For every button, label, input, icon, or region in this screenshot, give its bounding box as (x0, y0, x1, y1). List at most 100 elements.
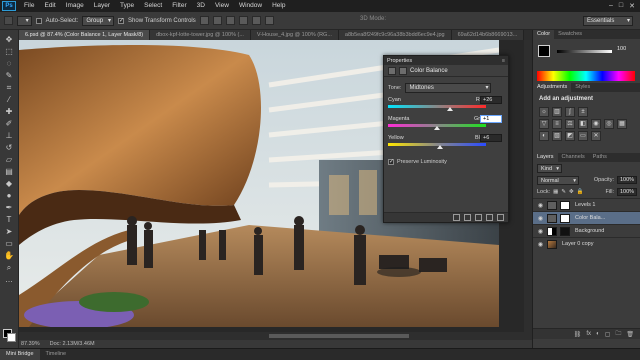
align-bottom-icon[interactable] (225, 16, 235, 25)
properties-tab[interactable]: Properties (387, 58, 412, 64)
layer-row[interactable]: ◉ Levels 1 (533, 198, 640, 211)
yellow-blue-thumb[interactable] (436, 145, 443, 149)
zoom-level[interactable]: 87.39% (21, 341, 40, 347)
lock-all-icon[interactable]: 🔒 (577, 189, 584, 195)
lock-pixels-icon[interactable]: ✎ (561, 189, 566, 195)
yellow-blue-value[interactable]: +6 (480, 134, 502, 142)
menu-file[interactable]: File (19, 0, 39, 12)
preserve-luminosity-checkbox[interactable] (388, 159, 394, 165)
delete-adjustment-icon[interactable] (497, 214, 504, 221)
layer-row[interactable]: ◉ Layer 0 copy (533, 237, 640, 250)
marquee-icon[interactable]: ⬚ (3, 46, 16, 57)
tab-lotte-tower[interactable]: dbox-kpf-lotte-tower.jpg @ 100% (... (150, 30, 251, 40)
menu-select[interactable]: Select (139, 0, 167, 12)
channel-mixer-icon[interactable]: ◎ (604, 119, 614, 129)
close-button[interactable]: ✕ (629, 2, 635, 10)
tab-mini-bridge[interactable]: Mini Bridge (0, 349, 40, 360)
add-mask-icon[interactable]: ▢ (605, 331, 611, 338)
shape-icon[interactable]: ▭ (3, 238, 16, 249)
horizontal-scroll-thumb[interactable] (269, 334, 409, 338)
vibrance-icon[interactable]: ▽ (539, 119, 549, 129)
black-white-icon[interactable]: ◧ (578, 119, 588, 129)
layer-name[interactable]: Levels 1 (575, 202, 596, 208)
tab-paths[interactable]: Paths (589, 153, 611, 162)
selective-color-icon[interactable]: ✕ (591, 131, 601, 141)
show-transform-checkbox[interactable] (118, 17, 125, 24)
view-previous-icon[interactable] (464, 214, 471, 221)
lasso-icon[interactable]: ◌ (3, 58, 16, 69)
mask-thumbnail[interactable] (560, 200, 570, 210)
menu-help[interactable]: Help (267, 0, 290, 12)
move-icon[interactable]: ✥ (3, 34, 16, 45)
eyedropper-icon[interactable]: ⁄ (3, 94, 16, 105)
layer-style-icon[interactable]: fx (586, 331, 591, 337)
photo-filter-icon[interactable]: ◉ (591, 119, 601, 129)
hue-saturation-icon[interactable]: ≡ (552, 119, 562, 129)
extra-tools-icon[interactable]: … (3, 274, 16, 285)
brush-icon[interactable]: ✐ (3, 118, 16, 129)
panel-menu-icon[interactable]: ≡ (502, 58, 508, 64)
mask-thumbnail[interactable] (560, 226, 570, 236)
pen-icon[interactable]: ✒ (3, 202, 16, 213)
align-right-icon[interactable] (264, 16, 274, 25)
layer-name[interactable]: Color Bala... (575, 215, 605, 221)
cyan-red-track[interactable] (388, 105, 486, 108)
workspace-dropdown[interactable]: Essentials (583, 16, 633, 26)
zoom-icon[interactable]: ⌕ (3, 262, 16, 273)
tab-channels[interactable]: Channels (558, 153, 589, 162)
visibility-icon[interactable] (486, 214, 493, 221)
tab-adjustments[interactable]: Adjustments (533, 83, 572, 92)
layer-name[interactable]: Layer 0 copy (562, 241, 594, 247)
healing-brush-icon[interactable]: ✚ (3, 106, 16, 117)
auto-select-dropdown[interactable]: Group (82, 15, 115, 26)
tab-color[interactable]: Color (533, 30, 555, 39)
vertical-scrollbar[interactable] (524, 40, 532, 340)
minimize-button[interactable]: – (609, 2, 613, 10)
properties-header[interactable]: Properties ≡ (384, 56, 508, 65)
color-lookup-icon[interactable]: ▦ (617, 119, 627, 129)
magenta-green-value[interactable]: +1 (480, 115, 502, 123)
color-value[interactable]: 100 (617, 46, 626, 52)
align-left-icon[interactable] (238, 16, 248, 25)
opacity-field[interactable]: 100% (617, 176, 637, 184)
tab-swatches[interactable]: Swatches (554, 30, 586, 39)
tab-timeline[interactable]: Timeline (40, 349, 73, 360)
maximize-button[interactable]: □ (619, 2, 623, 10)
menu-3d[interactable]: 3D (192, 0, 210, 12)
type-icon[interactable]: T (3, 214, 16, 225)
gradient-icon[interactable]: ▤ (3, 166, 16, 177)
menu-window[interactable]: Window (234, 0, 267, 12)
cyan-red-value[interactable]: +26 (480, 96, 502, 104)
eye-icon[interactable]: ◉ (537, 215, 544, 222)
menu-edit[interactable]: Edit (39, 0, 60, 12)
menu-image[interactable]: Image (61, 0, 89, 12)
history-brush-icon[interactable]: ↺ (3, 142, 16, 153)
fill-field[interactable]: 100% (617, 188, 637, 196)
tab-a8b5[interactable]: a8b5ea8f249fc9c96a38b3bdd6ec9e4.jpg (338, 30, 452, 40)
tool-preset-picker[interactable] (17, 15, 32, 26)
auto-select-checkbox[interactable] (35, 17, 42, 24)
blend-mode-dropdown[interactable]: Normal (537, 175, 579, 185)
threshold-icon[interactable]: ◩ (565, 131, 575, 141)
layer-name[interactable]: Background (575, 228, 604, 234)
align-center-icon[interactable] (251, 16, 261, 25)
tab-6-psd[interactable]: 6.psd @ 87.4% (Color Balance 1, Layer Ma… (19, 30, 151, 40)
color-foreground-swatch[interactable] (538, 45, 550, 57)
layer-row-selected[interactable]: ◉ Color Bala... (533, 211, 640, 224)
layer-filter-dropdown[interactable]: Kind (537, 163, 563, 173)
tone-dropdown[interactable]: Midtones (405, 83, 492, 93)
blur-icon[interactable]: ◆ (3, 178, 16, 189)
brightness-contrast-icon[interactable]: ☼ (539, 107, 549, 117)
menu-view[interactable]: View (210, 0, 234, 12)
magenta-green-thumb[interactable] (434, 126, 441, 130)
color-spectrum[interactable] (537, 71, 635, 81)
eye-icon[interactable]: ◉ (537, 241, 544, 248)
dodge-icon[interactable]: ● (3, 190, 16, 201)
delete-layer-icon[interactable]: 🗑 (626, 331, 634, 338)
reset-icon[interactable] (475, 214, 482, 221)
tab-69a6[interactable]: 69a62d14b6b8669013... (451, 30, 525, 40)
layer-row[interactable]: ◉ Background (533, 224, 640, 237)
cyan-red-thumb[interactable] (446, 107, 453, 111)
eye-icon[interactable]: ◉ (537, 228, 544, 235)
lock-position-icon[interactable]: ✥ (569, 189, 574, 195)
